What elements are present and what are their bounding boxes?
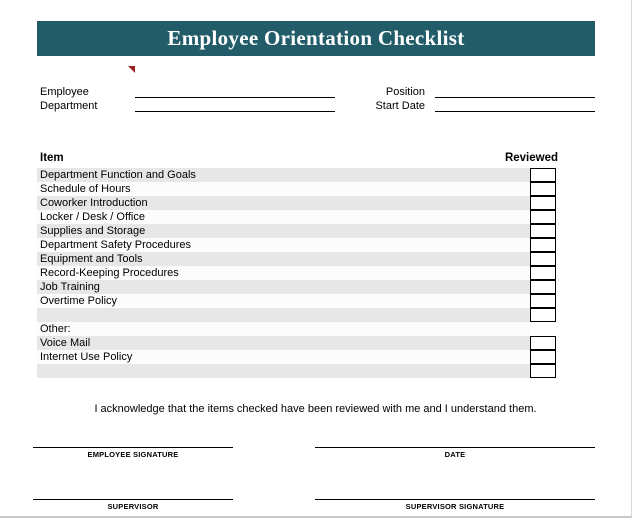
employee-input[interactable]	[135, 85, 335, 98]
page-title: Employee Orientation Checklist	[167, 26, 465, 50]
checklist-row: Supplies and Storage	[37, 224, 556, 238]
checklist-row: Job Training	[37, 280, 556, 294]
checklist-item-label: Department Safety Procedures	[40, 239, 192, 251]
position-field-row: Position	[355, 84, 595, 98]
department-input[interactable]	[135, 99, 335, 112]
comment-marker-icon	[128, 66, 135, 73]
start-date-label: Start Date	[375, 100, 425, 112]
checklist-item-label: Job Training	[40, 281, 100, 293]
reviewed-checkbox[interactable]	[530, 350, 556, 364]
position-label: Position	[385, 86, 425, 98]
checklist-item-label: Coworker Introduction	[40, 197, 148, 209]
checklist-row: Schedule of Hours	[37, 182, 556, 196]
checklist-item-label: Supplies and Storage	[40, 225, 146, 237]
supervisor-caption: SUPERVISOR	[107, 502, 159, 511]
checklist-item-label: Other:	[40, 323, 71, 335]
checklist-row: Record-Keeping Procedures	[37, 266, 556, 280]
checklist-table-header: Item Reviewed	[37, 152, 558, 167]
document-title-banner: Employee Orientation Checklist	[37, 21, 595, 56]
checklist-row: Coworker Introduction	[37, 196, 556, 210]
reviewed-checkbox[interactable]	[530, 280, 556, 294]
checklist-row: Department Function and Goals	[37, 168, 556, 182]
department-field-row: Department	[40, 98, 335, 112]
start-date-input[interactable]	[435, 99, 595, 112]
checklist-item-label: Equipment and Tools	[40, 253, 143, 265]
department-label: Department	[40, 100, 98, 112]
reviewed-checkbox[interactable]	[530, 168, 556, 182]
checklist-row	[37, 308, 556, 322]
reviewed-checkbox[interactable]	[530, 182, 556, 196]
reviewed-checkbox[interactable]	[530, 210, 556, 224]
employee-signature-caption: EMPLOYEE SIGNATURE	[87, 450, 179, 459]
position-input[interactable]	[435, 85, 595, 98]
supervisor-signature-line[interactable]	[315, 499, 595, 500]
column-header-item: Item	[40, 152, 64, 164]
employee-field-row: Employee	[40, 84, 335, 98]
reviewed-checkbox[interactable]	[530, 266, 556, 280]
reviewed-checkbox[interactable]	[530, 336, 556, 350]
checklist-row	[37, 364, 556, 378]
acknowledgement-text: I acknowledge that the items checked hav…	[94, 403, 537, 415]
checklist-row: Other:	[37, 322, 530, 336]
reviewed-checkbox[interactable]	[530, 196, 556, 210]
checklist-row: Locker / Desk / Office	[37, 210, 556, 224]
checklist-row: Equipment and Tools	[37, 252, 556, 266]
reviewed-checkbox[interactable]	[530, 364, 556, 378]
reviewed-checkbox[interactable]	[530, 238, 556, 252]
date-caption: DATE	[444, 450, 466, 459]
reviewed-checkbox[interactable]	[530, 224, 556, 238]
supervisor-line[interactable]	[33, 499, 233, 500]
column-header-reviewed: Reviewed	[504, 152, 558, 164]
reviewed-checkbox[interactable]	[530, 294, 556, 308]
start-date-field-row: Start Date	[355, 98, 595, 112]
employee-signature-line[interactable]	[33, 447, 233, 448]
checklist-row: Overtime Policy	[37, 294, 556, 308]
checklist-row: Internet Use Policy	[37, 350, 556, 364]
employee-label: Employee	[40, 86, 89, 98]
checklist-row: Department Safety Procedures	[37, 238, 556, 252]
checklist-table-body: Department Function and Goals Schedule of…	[37, 168, 558, 378]
checklist-item-label: Locker / Desk / Office	[40, 211, 145, 223]
reviewed-checkbox[interactable]	[530, 308, 556, 322]
date-line[interactable]	[315, 447, 595, 448]
checklist-item-label: Overtime Policy	[40, 295, 118, 307]
checklist-row: Voice Mail	[37, 336, 556, 350]
checklist-item-label: Department Function and Goals	[40, 169, 196, 181]
checklist-item-label: Internet Use Policy	[40, 351, 133, 363]
supervisor-signature-caption: SUPERVISOR SIGNATURE	[405, 502, 505, 511]
checklist-item-label: Record-Keeping Procedures	[40, 267, 179, 279]
reviewed-checkbox[interactable]	[530, 252, 556, 266]
checklist-item-label: Schedule of Hours	[40, 183, 131, 195]
checklist-item-label: Voice Mail	[40, 337, 91, 349]
checklist-document-page: Employee Orientation Checklist Employee …	[0, 0, 632, 518]
